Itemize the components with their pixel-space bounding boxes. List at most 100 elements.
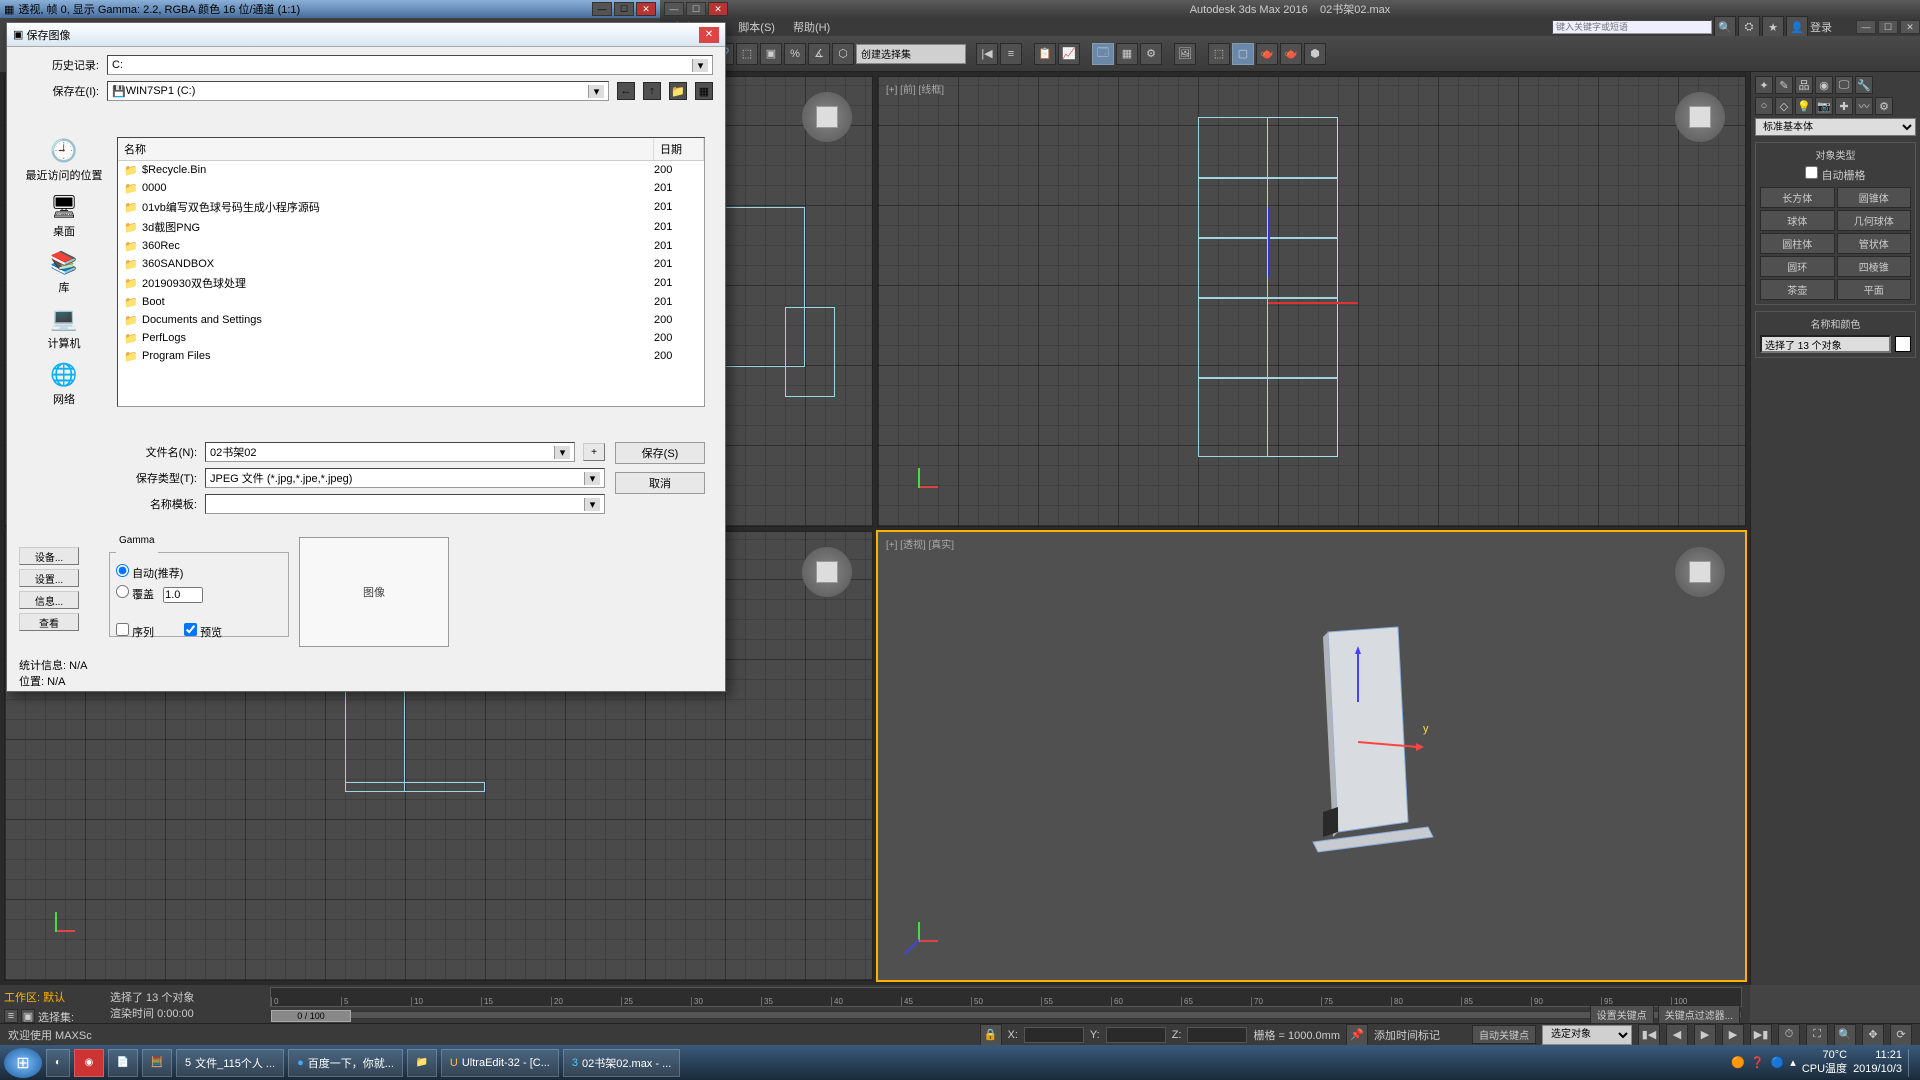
spacewarp-icon[interactable]: 〰 xyxy=(1855,97,1873,115)
selection-set-dropdown[interactable]: 创建选择集 xyxy=(856,44,966,64)
file-row[interactable]: 📁PerfLogs200 xyxy=(118,329,704,347)
col-name[interactable]: 名称 xyxy=(118,138,654,160)
display-tab-icon[interactable]: 🖵 xyxy=(1835,76,1853,94)
preview-checkbox[interactable] xyxy=(184,623,197,636)
gamma-override-radio[interactable] xyxy=(116,585,129,598)
render-close-button[interactable]: ✕ xyxy=(636,2,656,16)
modify-tab-icon[interactable]: ✎ xyxy=(1775,76,1793,94)
dialog-titlebar[interactable]: ▣ 保存图像 ✕ xyxy=(7,23,725,47)
coord-y-input[interactable] xyxy=(1106,1027,1166,1043)
primitive-球体[interactable]: 球体 xyxy=(1760,210,1835,231)
window-restore-button[interactable]: ☐ xyxy=(686,2,706,16)
doc-min-button[interactable]: — xyxy=(1856,20,1876,34)
hierarchy-tab-icon[interactable]: 品 xyxy=(1795,76,1813,94)
login-icon[interactable]: 👤 xyxy=(1786,16,1808,38)
task-item-5[interactable]: 302书架02.max - ... xyxy=(563,1049,680,1077)
utilities-tab-icon[interactable]: 🔧 xyxy=(1855,76,1873,94)
start-button[interactable]: ⊞ xyxy=(4,1048,42,1078)
next-key-icon[interactable]: ▶▮ xyxy=(1750,1024,1772,1046)
set-key-button[interactable]: 设置关键点 xyxy=(1590,1005,1654,1024)
create-tab-icon[interactable]: ✦ xyxy=(1755,76,1773,94)
workspace-icon[interactable]: ⛭ xyxy=(1738,16,1760,38)
save-button[interactable]: 保存(S) xyxy=(615,442,705,464)
primitive-圆柱体[interactable]: 圆柱体 xyxy=(1760,233,1835,254)
up-icon[interactable]: ↑ xyxy=(643,82,661,100)
filename-input[interactable]: 02书架02▾ xyxy=(205,442,575,462)
systems-icon[interactable]: ⚙ xyxy=(1875,97,1893,115)
primitive-圆锥体[interactable]: 圆锥体 xyxy=(1837,187,1912,208)
time-config-icon[interactable]: ⏱ xyxy=(1778,1024,1800,1046)
play-icon[interactable]: ▶ xyxy=(1694,1024,1716,1046)
savein-dropdown[interactable]: 💾 WIN7SP1 (C:)▾ xyxy=(107,81,609,101)
menu-script[interactable]: 脚本(S) xyxy=(730,17,783,37)
key-target-dropdown[interactable]: 选定对象 xyxy=(1542,1025,1632,1045)
curve-editor-icon[interactable]: 📈 xyxy=(1058,43,1080,65)
render-setup-icon[interactable]: ⚙ xyxy=(1140,43,1162,65)
primitive-几何球体[interactable]: 几何球体 xyxy=(1837,210,1912,231)
file-row[interactable]: 📁3d截图PNG201 xyxy=(118,217,704,237)
scale-icon[interactable]: ▣ xyxy=(760,43,782,65)
file-row[interactable]: 📁360Rec201 xyxy=(118,237,704,255)
lock-icon[interactable]: 🔒 xyxy=(980,1024,1002,1046)
align-icon[interactable]: ≡ xyxy=(1000,43,1022,65)
doc-close-button[interactable]: ✕ xyxy=(1900,20,1920,34)
prev-frame-icon[interactable]: ◀ xyxy=(1666,1024,1688,1046)
schematic-view-icon[interactable]: 🗔 xyxy=(1092,43,1114,65)
gamma-auto-radio[interactable] xyxy=(116,564,129,577)
helpers-icon[interactable]: ✚ xyxy=(1835,97,1853,115)
task-pinned-1[interactable]: ◐ xyxy=(46,1049,70,1077)
show-desktop-button[interactable] xyxy=(1908,1049,1916,1077)
lights-icon[interactable]: 💡 xyxy=(1795,97,1813,115)
primitive-category-dropdown[interactable]: 标准基本体 xyxy=(1755,118,1916,136)
object-color-swatch[interactable] xyxy=(1895,336,1911,352)
viewport-perspective[interactable]: [+] [透视] [真实] y xyxy=(877,531,1746,982)
isolate-icon[interactable]: ▣ xyxy=(21,1009,35,1023)
viewport-front[interactable]: [+] [前] [线框] xyxy=(877,76,1746,527)
render-frame-icon[interactable]: 🖼 xyxy=(1174,43,1196,65)
task-pinned-3[interactable]: 📄 xyxy=(108,1049,138,1077)
place-库[interactable]: 📚库 xyxy=(48,249,80,295)
safe-frame-icon[interactable]: ⬚ xyxy=(1208,43,1230,65)
primitive-平面[interactable]: 平面 xyxy=(1837,279,1912,300)
particle-icon[interactable]: ⬢ xyxy=(1304,43,1326,65)
view-menu-icon[interactable]: ▦ xyxy=(695,82,713,100)
frame-indicator[interactable]: 0 / 100 xyxy=(271,1010,351,1022)
window-close-button[interactable]: ✕ xyxy=(708,2,728,16)
device-button[interactable]: 设备... xyxy=(19,547,79,565)
auto-grid-checkbox[interactable] xyxy=(1805,166,1818,179)
auto-key-button[interactable]: 自动关键点 xyxy=(1472,1025,1536,1044)
key-filter-button[interactable]: 关键点过滤器... xyxy=(1658,1005,1740,1024)
file-row[interactable]: 📁Boot201 xyxy=(118,293,704,311)
search-icon[interactable]: 🔍 xyxy=(1714,16,1736,38)
menu-help[interactable]: 帮助(H) xyxy=(785,17,838,37)
task-pinned-4[interactable]: 🧮 xyxy=(142,1049,172,1077)
system-tray[interactable]: 🟠 ❓ 🔵 ▴ 70°C CPU温度 11:21 2019/10/3 xyxy=(1731,1049,1916,1077)
pan-icon[interactable]: ✥ xyxy=(1862,1024,1884,1046)
viewcube-top[interactable] xyxy=(802,92,852,142)
task-item-2[interactable]: ●百度一下，你就... xyxy=(288,1049,403,1077)
prev-key-icon[interactable]: ▮◀ xyxy=(1638,1024,1660,1046)
layer-icon[interactable]: 📋 xyxy=(1034,43,1056,65)
filetype-dropdown[interactable]: JPEG 文件 (*.jpg,*.jpe,*.jpeg)▾ xyxy=(205,468,605,488)
info-button[interactable]: 信息... xyxy=(19,591,79,609)
plus-button[interactable]: + xyxy=(583,443,605,461)
view-button[interactable]: 查看 xyxy=(19,613,79,631)
snap-icon[interactable]: ⬡ xyxy=(832,43,854,65)
material-editor-icon[interactable]: ▦ xyxy=(1116,43,1138,65)
zoom-icon[interactable]: 🔍 xyxy=(1834,1024,1856,1046)
render-max-button[interactable]: ☐ xyxy=(614,2,634,16)
place-网络[interactable]: 🌐网络 xyxy=(48,361,80,407)
viewcube-front[interactable] xyxy=(1675,92,1725,142)
mirror-icon[interactable]: |◀ xyxy=(976,43,998,65)
gamma-value-input[interactable] xyxy=(163,587,203,603)
tray-icon-2[interactable]: ❓ xyxy=(1751,1056,1765,1069)
task-item-4[interactable]: UUltraEdit-32 - [C... xyxy=(441,1049,559,1077)
file-row[interactable]: 📁Documents and Settings200 xyxy=(118,311,704,329)
history-dropdown[interactable]: C:▾ xyxy=(107,55,713,75)
schematic-icon[interactable]: ⬚ xyxy=(736,43,758,65)
doc-max-button[interactable]: ☐ xyxy=(1878,20,1898,34)
template-dropdown[interactable]: ▾ xyxy=(205,494,605,514)
col-date[interactable]: 日期 xyxy=(654,138,704,160)
viewcube-persp[interactable] xyxy=(1675,547,1725,597)
file-row[interactable]: 📁20190930双色球处理201 xyxy=(118,273,704,293)
